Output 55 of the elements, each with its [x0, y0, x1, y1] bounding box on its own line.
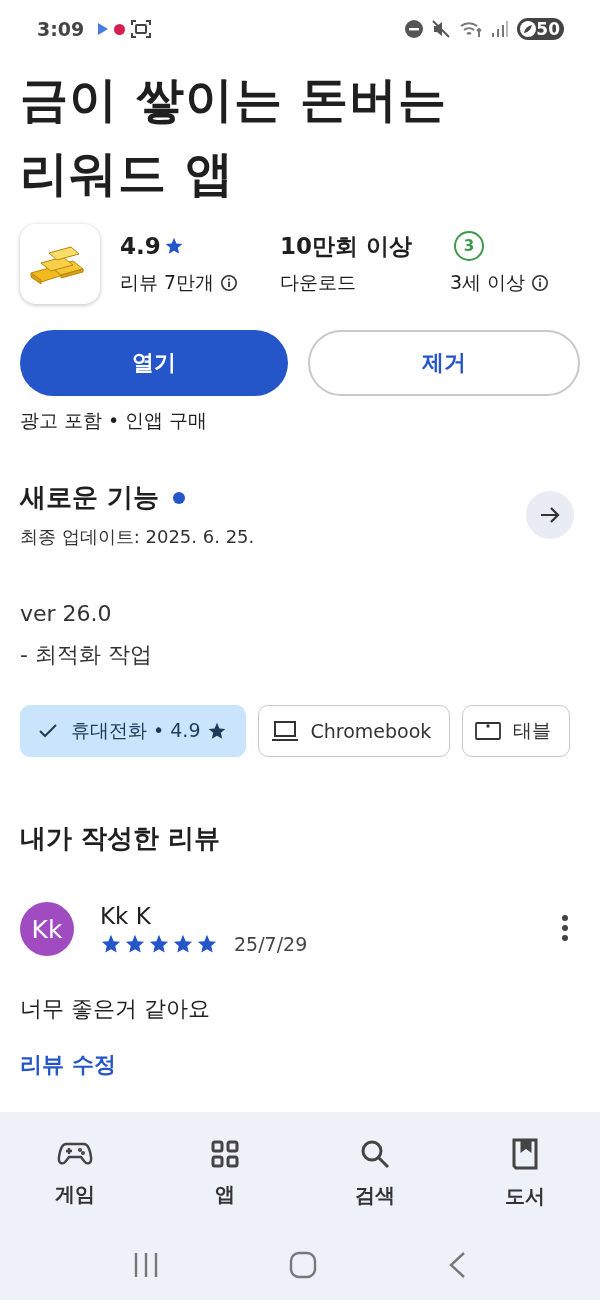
- downloads-label: 다운로드: [280, 270, 357, 295]
- open-button[interactable]: 열기: [20, 330, 288, 396]
- back-icon[interactable]: [447, 1251, 467, 1279]
- reviewer-name: Kk K: [100, 903, 152, 929]
- user-avatar: Kk: [20, 902, 74, 956]
- info-icon[interactable]: [531, 274, 550, 292]
- age-rating-badge: 3: [454, 231, 484, 261]
- nav-tab[interactable]: 검색: [300, 1116, 450, 1230]
- age-rating: 3세 이상: [450, 270, 526, 295]
- uninstall-button[interactable]: 제거: [308, 330, 580, 396]
- new-indicator-dot: [173, 491, 186, 504]
- book-icon: [511, 1136, 539, 1171]
- rating-value: 4.9: [120, 233, 161, 259]
- star-icon: [124, 933, 146, 955]
- nav-tab[interactable]: 게임: [0, 1116, 150, 1230]
- app-title: 금이 쌓이는 돈버는 리워드 앱: [20, 70, 449, 203]
- recent-apps-icon[interactable]: [133, 1252, 159, 1278]
- apps-grid-icon: [210, 1138, 240, 1169]
- device-filter-chip[interactable]: 휴대전화 • 4.9: [20, 705, 246, 757]
- download-count: 10만회 이상: [280, 232, 413, 260]
- app-icon: [20, 224, 100, 304]
- clock-time: 3:09: [37, 18, 85, 40]
- arrow-button[interactable]: [526, 490, 574, 539]
- mute-icon: [431, 19, 452, 39]
- do-not-disturb-icon: [405, 20, 424, 38]
- tablet-icon: [475, 721, 502, 741]
- record-dot-icon: [114, 23, 126, 35]
- screenshot-icon: [131, 20, 152, 38]
- review-count: 리뷰 7만개: [120, 270, 215, 295]
- star-icon: [172, 933, 194, 955]
- battery-indicator: 50: [517, 18, 564, 40]
- nav-tab[interactable]: 앱: [150, 1116, 300, 1230]
- review-date: 25/7/29: [234, 933, 308, 955]
- info-icon[interactable]: [220, 274, 239, 292]
- section-title: 새로운 기능: [20, 481, 160, 514]
- release-notes: - 최적화 작업: [20, 641, 153, 669]
- star-icon: [100, 933, 122, 955]
- review-text: 너무 좋은거 같아요: [20, 995, 211, 1023]
- star-icon: [148, 933, 170, 955]
- ads-disclaimer: 광고 포함 • 인앱 구매: [20, 408, 209, 433]
- section-title: 내가 작성한 리뷰: [20, 822, 222, 855]
- signal-icon: [491, 20, 510, 38]
- device-filter-chip[interactable]: Chromebook: [257, 705, 451, 757]
- device-filter-chip[interactable]: 태블: [462, 705, 571, 757]
- edit-review-link[interactable]: 리뷰 수정: [20, 1050, 116, 1080]
- laptop-icon: [270, 720, 299, 742]
- play-icon: [98, 23, 109, 35]
- version-text: ver 26.0: [20, 600, 113, 628]
- star-icon: [206, 721, 227, 741]
- home-icon[interactable]: [289, 1251, 317, 1279]
- nav-tab[interactable]: 도서: [450, 1116, 600, 1230]
- star-icon: [196, 933, 218, 955]
- wifi-icon: [459, 19, 484, 39]
- star-icon: [163, 236, 184, 256]
- last-updated: 최종 업데이트: 2025. 6. 25.: [20, 525, 255, 549]
